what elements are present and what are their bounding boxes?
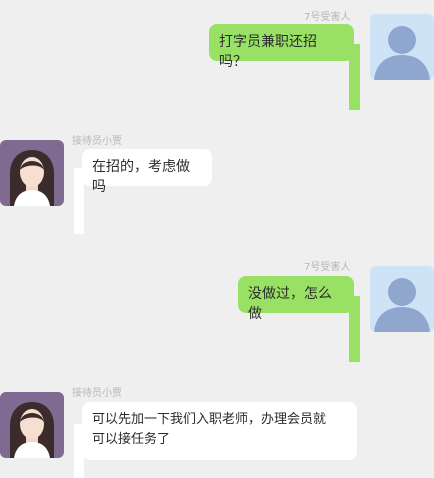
chat-message-2: 接待员小贾 在招的，考虑做吗 <box>0 120 434 240</box>
message-bubble[interactable]: 没做过，怎么做 <box>238 276 354 322</box>
sender-name: 接待员小贾 <box>72 388 122 399</box>
message-text: 没做过，怎么做 <box>248 286 332 322</box>
chat-message-1: 7号受害人 打字员兼职还招吗？ <box>0 0 434 110</box>
chat-message-4: 接待员小贾 可以先加一下我们入职老师，办理会员就 可以接任务了 <box>0 380 434 478</box>
message-text: 在招的，考虑做吗 <box>92 159 190 195</box>
default-user-avatar-icon[interactable] <box>370 266 434 332</box>
message-text-line: 可以先加一下我们入职老师，办理会员就 <box>92 412 327 427</box>
message-bubble[interactable]: 可以先加一下我们入职老师，办理会员就 可以接任务了 <box>82 402 357 460</box>
default-user-avatar-icon[interactable] <box>370 14 434 80</box>
chat-message-3: 7号受害人 没做过，怎么做 <box>0 252 434 372</box>
female-avatar-icon[interactable] <box>0 392 64 458</box>
female-avatar-icon[interactable] <box>0 140 64 206</box>
sender-name: 7号受害人 <box>304 12 351 23</box>
message-text-line: 可以接任务了 <box>92 432 171 447</box>
message-bubble[interactable]: 打字员兼职还招吗？ <box>209 24 354 70</box>
message-bubble[interactable]: 在招的，考虑做吗 <box>82 149 212 195</box>
sender-name: 7号受害人 <box>304 262 351 273</box>
sender-name: 接待员小贾 <box>72 136 122 147</box>
message-text: 打字员兼职还招吗？ <box>219 34 317 70</box>
